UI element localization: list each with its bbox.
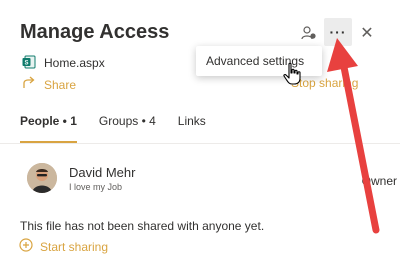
people-settings-icon[interactable] (297, 21, 321, 45)
more-icon: ··· (329, 24, 347, 40)
person-row[interactable]: David Mehr I love my Job Owner (27, 163, 397, 195)
more-options-button[interactable]: ··· (324, 18, 352, 46)
manage-access-panel: Manage Access ··· ✕ S Home.aspx Share St… (0, 0, 400, 273)
tab-links[interactable]: Links (178, 114, 206, 136)
permission-dropdown[interactable]: Owner (362, 174, 397, 188)
sharepoint-page-icon: S (22, 55, 36, 72)
add-circle-icon (19, 238, 33, 255)
close-icon: ✕ (360, 25, 374, 42)
tab-people[interactable]: People • 1 (20, 114, 77, 143)
file-name: Home.aspx (44, 56, 105, 70)
svg-text:S: S (24, 60, 28, 66)
avatar (27, 163, 57, 193)
share-button[interactable]: Share (22, 76, 76, 93)
share-label: Share (44, 77, 77, 92)
person-subtitle: I love my Job (69, 182, 123, 192)
access-tabs: People • 1 Groups • 4 Links (20, 114, 206, 143)
file-info: S Home.aspx (22, 54, 105, 72)
person-name: David Mehr (69, 165, 136, 180)
panel-title: Manage Access (20, 21, 170, 43)
start-sharing-button[interactable]: Start sharing (19, 238, 108, 255)
close-button[interactable]: ✕ (355, 21, 379, 45)
tab-groups[interactable]: Groups • 4 (99, 114, 156, 136)
empty-state-message: This file has not been shared with anyon… (20, 219, 265, 233)
more-options-menu: Advanced settings (196, 46, 322, 76)
hand-cursor-icon (283, 62, 303, 86)
start-sharing-label: Start sharing (40, 239, 109, 254)
tabs-divider (0, 143, 400, 144)
share-icon (22, 76, 36, 93)
